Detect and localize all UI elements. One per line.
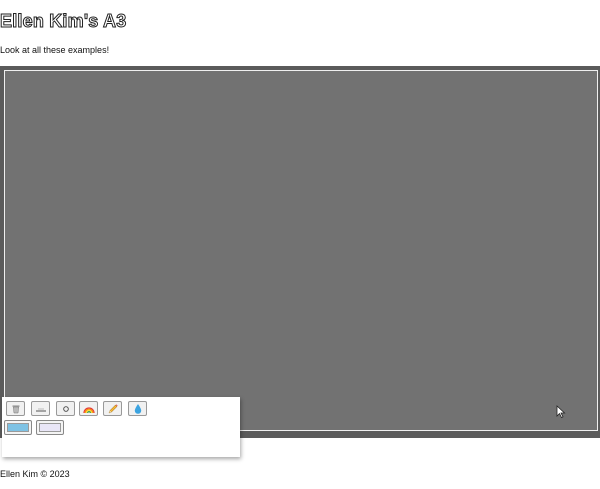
page-subtitle: Look at all these examples! [0, 45, 110, 55]
color-swatch-sky-blue[interactable] [4, 420, 32, 435]
pencil-tool-button[interactable] [103, 401, 122, 416]
pencil-icon [107, 403, 119, 415]
page-title: Ellen Kim's A3 [0, 11, 127, 32]
swatch-fill [7, 423, 29, 432]
rainbow-tool-button[interactable] [79, 401, 98, 416]
rainbow-icon [82, 404, 96, 414]
water-drop-icon [133, 403, 143, 415]
circle-tool-button[interactable] [56, 401, 75, 416]
swatch-fill [39, 423, 61, 432]
drawing-canvas[interactable] [4, 70, 598, 431]
footer-copyright: Ellen Kim © 2023 [0, 469, 70, 479]
line-icon [35, 404, 47, 414]
canvas-frame [0, 66, 600, 438]
clear-button[interactable] [6, 401, 25, 416]
water-drop-tool-button[interactable] [128, 401, 147, 416]
mouse-cursor-icon [556, 405, 566, 419]
line-tool-button[interactable] [31, 401, 50, 416]
trash-icon [11, 404, 21, 414]
circle-icon [61, 404, 71, 414]
color-swatch-lavender[interactable] [36, 420, 64, 435]
drawing-toolbar [2, 397, 240, 457]
